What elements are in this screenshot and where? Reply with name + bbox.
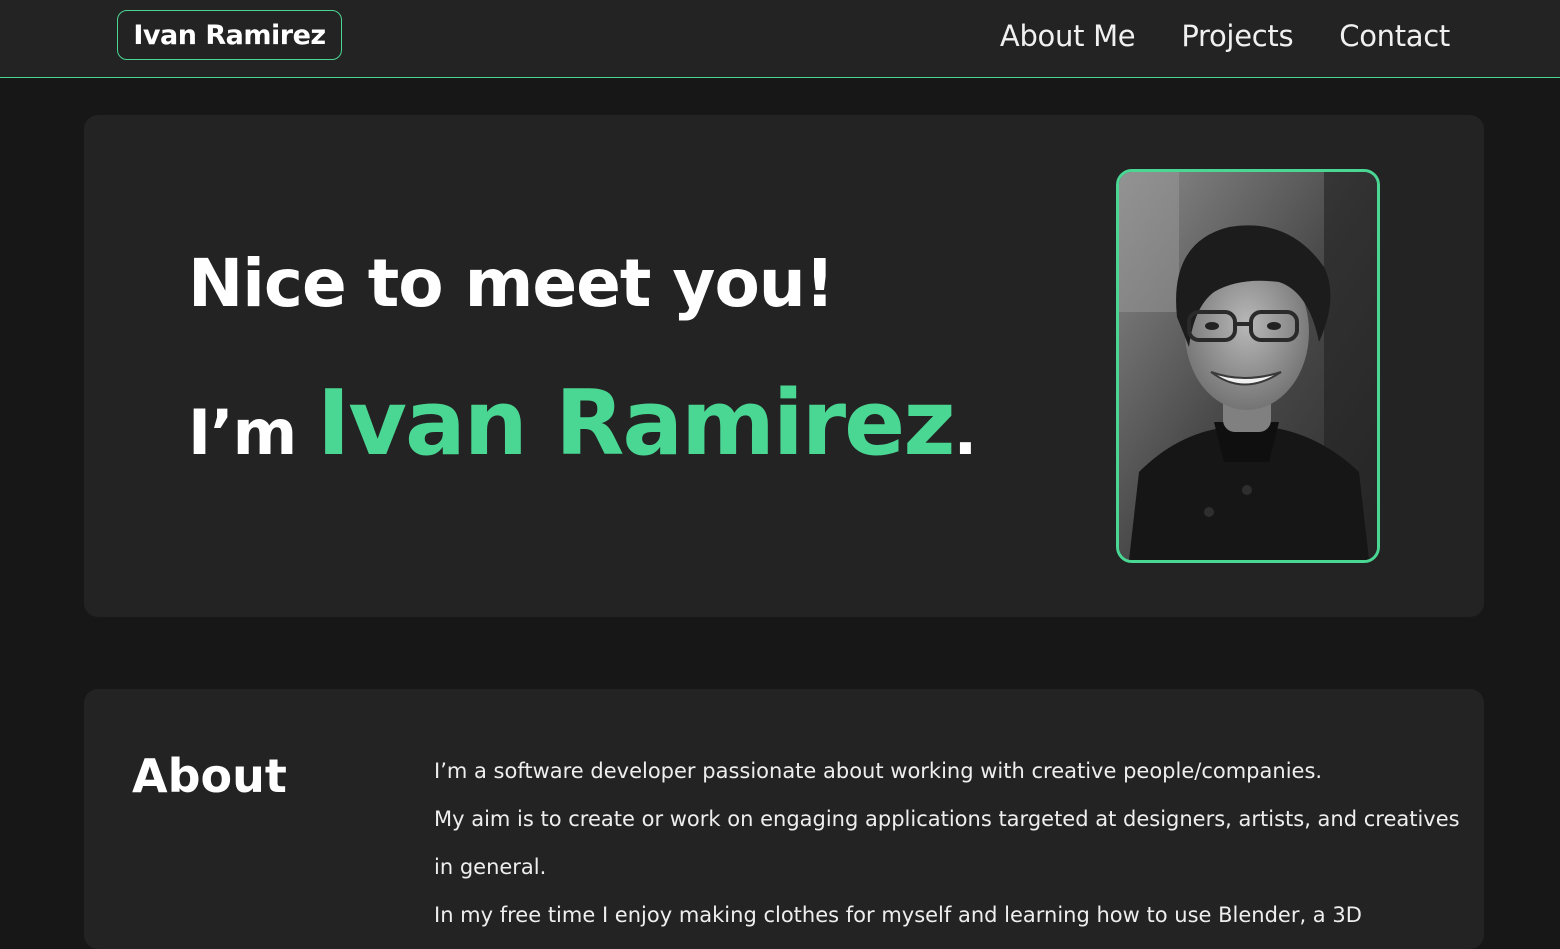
about-card: About I’m a software developer passionat… xyxy=(84,689,1484,949)
hero-greeting: Nice to meet you! xyxy=(188,245,835,322)
about-paragraph: I’m a software developer passionate abou… xyxy=(434,759,1323,783)
about-paragraph: In my free time I enjoy making clothes f… xyxy=(434,903,1362,927)
intro-suffix: . xyxy=(953,396,978,469)
portrait-illustration xyxy=(1119,172,1377,560)
about-paragraph: My aim is to create or work on engaging … xyxy=(434,807,1460,879)
intro-prefix: I’m xyxy=(188,396,317,469)
hero-intro: I’m Ivan Ramirez. xyxy=(188,371,978,476)
hero-name: Ivan Ramirez xyxy=(316,371,956,476)
about-title: About xyxy=(132,749,287,803)
nav-link-projects[interactable]: Projects xyxy=(1181,14,1293,58)
logo-button[interactable]: Ivan Ramirez xyxy=(117,10,342,60)
profile-photo xyxy=(1116,169,1380,563)
nav-links: About Me Projects Contact xyxy=(1000,14,1450,58)
navbar: Ivan Ramirez About Me Projects Contact xyxy=(0,0,1560,78)
nav-link-about-me[interactable]: About Me xyxy=(1000,14,1136,58)
about-text: I’m a software developer passionate abou… xyxy=(434,747,1464,939)
nav-link-contact[interactable]: Contact xyxy=(1339,14,1450,58)
hero-card: Nice to meet you! I’m Ivan Ramirez. xyxy=(84,115,1484,617)
